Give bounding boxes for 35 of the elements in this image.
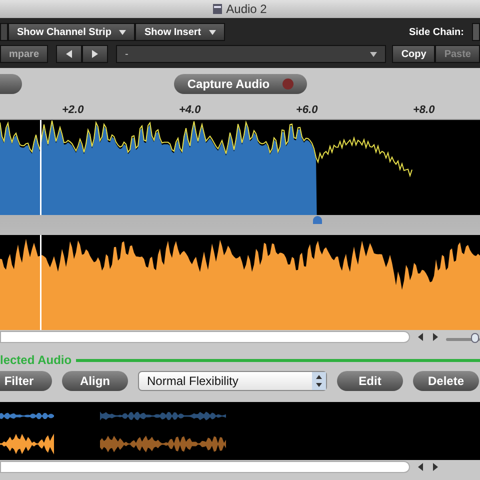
slider-thumb[interactable] (470, 333, 479, 343)
window-title: Audio 2 (226, 1, 267, 18)
action-button[interactable]: Edit (337, 371, 403, 391)
action-button[interactable]: Delete (413, 371, 479, 391)
caret-icon (209, 30, 216, 34)
section-title: lected Audio (0, 352, 72, 369)
side-chain-field[interactable] (472, 23, 480, 41)
capture-audio-button[interactable]: Capture Audio (174, 74, 307, 94)
trim-handle[interactable] (312, 216, 322, 224)
record-icon (282, 78, 294, 90)
ruler-label: +4.0 (179, 103, 201, 118)
zoom-slider[interactable] (446, 331, 480, 343)
ruler-label: +2.0 (62, 103, 84, 118)
preset-dropdown[interactable]: - (116, 45, 386, 63)
previous-button[interactable] (56, 45, 82, 63)
left-arrow-icon (65, 50, 74, 58)
ruler-label: +6.0 (296, 103, 318, 118)
action-button[interactable]: Align (62, 371, 128, 391)
action-button[interactable]: Filter (0, 371, 52, 391)
scrollbar[interactable] (0, 331, 410, 343)
pill-button[interactable] (0, 74, 22, 94)
stepper-icon (312, 372, 326, 390)
next-button[interactable] (82, 45, 108, 63)
ruler-label: +8.0 (413, 103, 435, 118)
compare-button[interactable]: mpare (0, 45, 48, 63)
right-arrow-icon (91, 50, 100, 58)
caret-icon (370, 52, 378, 56)
copy-button[interactable]: Copy (392, 45, 436, 63)
document-icon (213, 4, 222, 14)
menu-button[interactable]: Show Insert (135, 23, 226, 41)
caret-icon (119, 30, 126, 34)
menu-button[interactable]: Show Channel Strip (8, 23, 136, 41)
scrollbar[interactable] (0, 461, 410, 473)
flexibility-select[interactable]: Normal Flexibility (138, 371, 327, 391)
side-chain-label: Side Chain: (408, 26, 464, 40)
